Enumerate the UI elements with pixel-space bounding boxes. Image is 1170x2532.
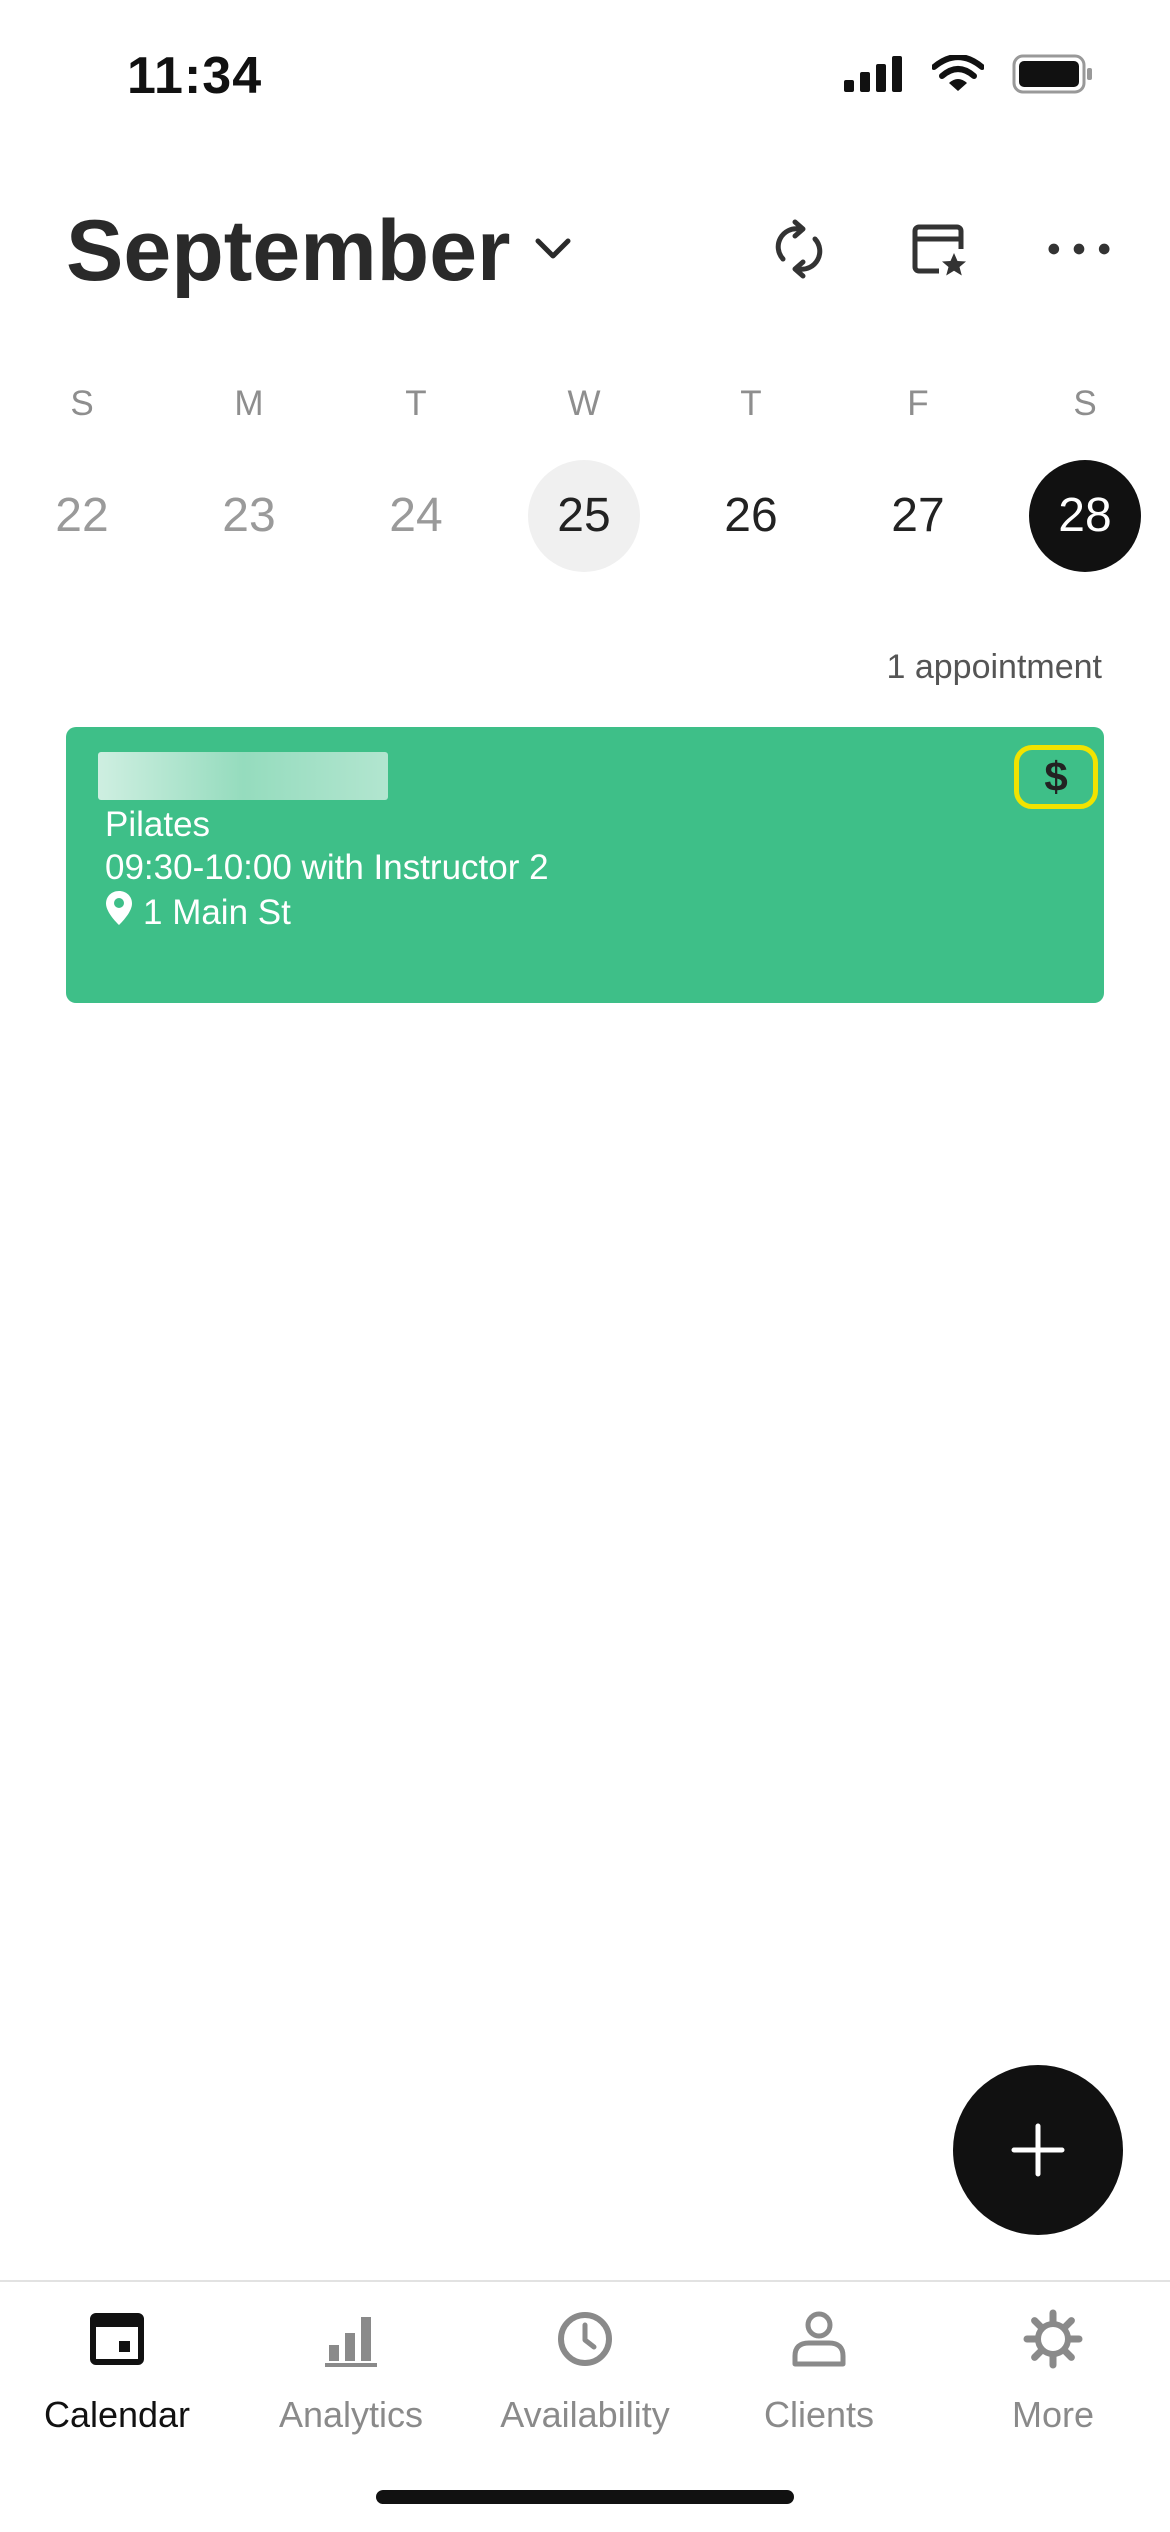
date-cell[interactable]: 23 bbox=[193, 460, 305, 572]
month-title: September bbox=[66, 203, 511, 299]
tab-analytics[interactable]: Analytics bbox=[234, 2304, 468, 2436]
weekday-label: T bbox=[405, 384, 427, 423]
date-cell[interactable]: 26 bbox=[695, 460, 807, 572]
appointment-card[interactable]: Pilates 09:30-10:00 with Instructor 2 1 … bbox=[66, 727, 1104, 1003]
weekday-label: S bbox=[1073, 384, 1097, 423]
tab-label: Availability bbox=[500, 2394, 670, 2435]
gear-icon bbox=[936, 2304, 1170, 2374]
calendar-icon bbox=[0, 2304, 234, 2374]
more-horizontal-icon[interactable] bbox=[1048, 218, 1110, 280]
status-icons bbox=[844, 54, 1094, 99]
calendar-star-icon[interactable] bbox=[908, 218, 970, 280]
month-selector[interactable]: September bbox=[66, 202, 573, 301]
header-actions bbox=[768, 218, 1110, 280]
sync-icon[interactable] bbox=[768, 218, 830, 280]
tab-label: More bbox=[1011, 2394, 1095, 2435]
appointment-count: 1 appointment bbox=[886, 648, 1103, 686]
payment-dollar-icon[interactable]: $ bbox=[1014, 745, 1098, 809]
bar-chart-icon bbox=[234, 2304, 468, 2374]
date-cell-today[interactable]: 25 bbox=[528, 460, 640, 572]
location-pin-icon bbox=[105, 890, 133, 935]
home-indicator bbox=[376, 2490, 794, 2504]
tab-more[interactable]: More bbox=[936, 2304, 1170, 2436]
calendar-screen: 11:34 September S M T W T F S 22 23 24 2… bbox=[0, 0, 1170, 2532]
add-appointment-button[interactable] bbox=[953, 2065, 1123, 2235]
weekday-label: T bbox=[740, 384, 762, 423]
cellular-signal-icon bbox=[844, 56, 904, 97]
clock-icon bbox=[468, 2304, 702, 2374]
tab-label: Calendar bbox=[43, 2394, 191, 2435]
plus-icon bbox=[1011, 2123, 1065, 2177]
tab-label: Analytics bbox=[278, 2394, 424, 2435]
redacted-client-name bbox=[98, 752, 388, 800]
battery-icon bbox=[1012, 54, 1094, 99]
chevron-down-icon bbox=[533, 235, 573, 268]
weekday-label: M bbox=[234, 384, 264, 423]
wifi-icon bbox=[931, 54, 985, 98]
weekday-label: W bbox=[567, 384, 601, 423]
tab-label: Clients bbox=[763, 2394, 875, 2435]
tab-clients[interactable]: Clients bbox=[702, 2304, 936, 2436]
date-cell-selected[interactable]: 28 bbox=[1029, 460, 1141, 572]
status-time: 11:34 bbox=[127, 47, 263, 105]
weekday-label: F bbox=[907, 384, 929, 423]
date-cell[interactable]: 27 bbox=[862, 460, 974, 572]
person-icon bbox=[702, 2304, 936, 2374]
date-cell[interactable]: 22 bbox=[26, 460, 138, 572]
appointment-service: Pilates bbox=[105, 805, 211, 844]
appointment-time: 09:30-10:00 with Instructor 2 bbox=[105, 848, 549, 887]
date-cell[interactable]: 24 bbox=[360, 460, 472, 572]
weekday-label: S bbox=[70, 384, 94, 423]
appointment-location-text: 1 Main St bbox=[143, 892, 291, 932]
appointment-location: 1 Main St bbox=[105, 890, 291, 935]
tab-availability[interactable]: Availability bbox=[468, 2304, 702, 2436]
tab-calendar[interactable]: Calendar bbox=[0, 2304, 234, 2436]
